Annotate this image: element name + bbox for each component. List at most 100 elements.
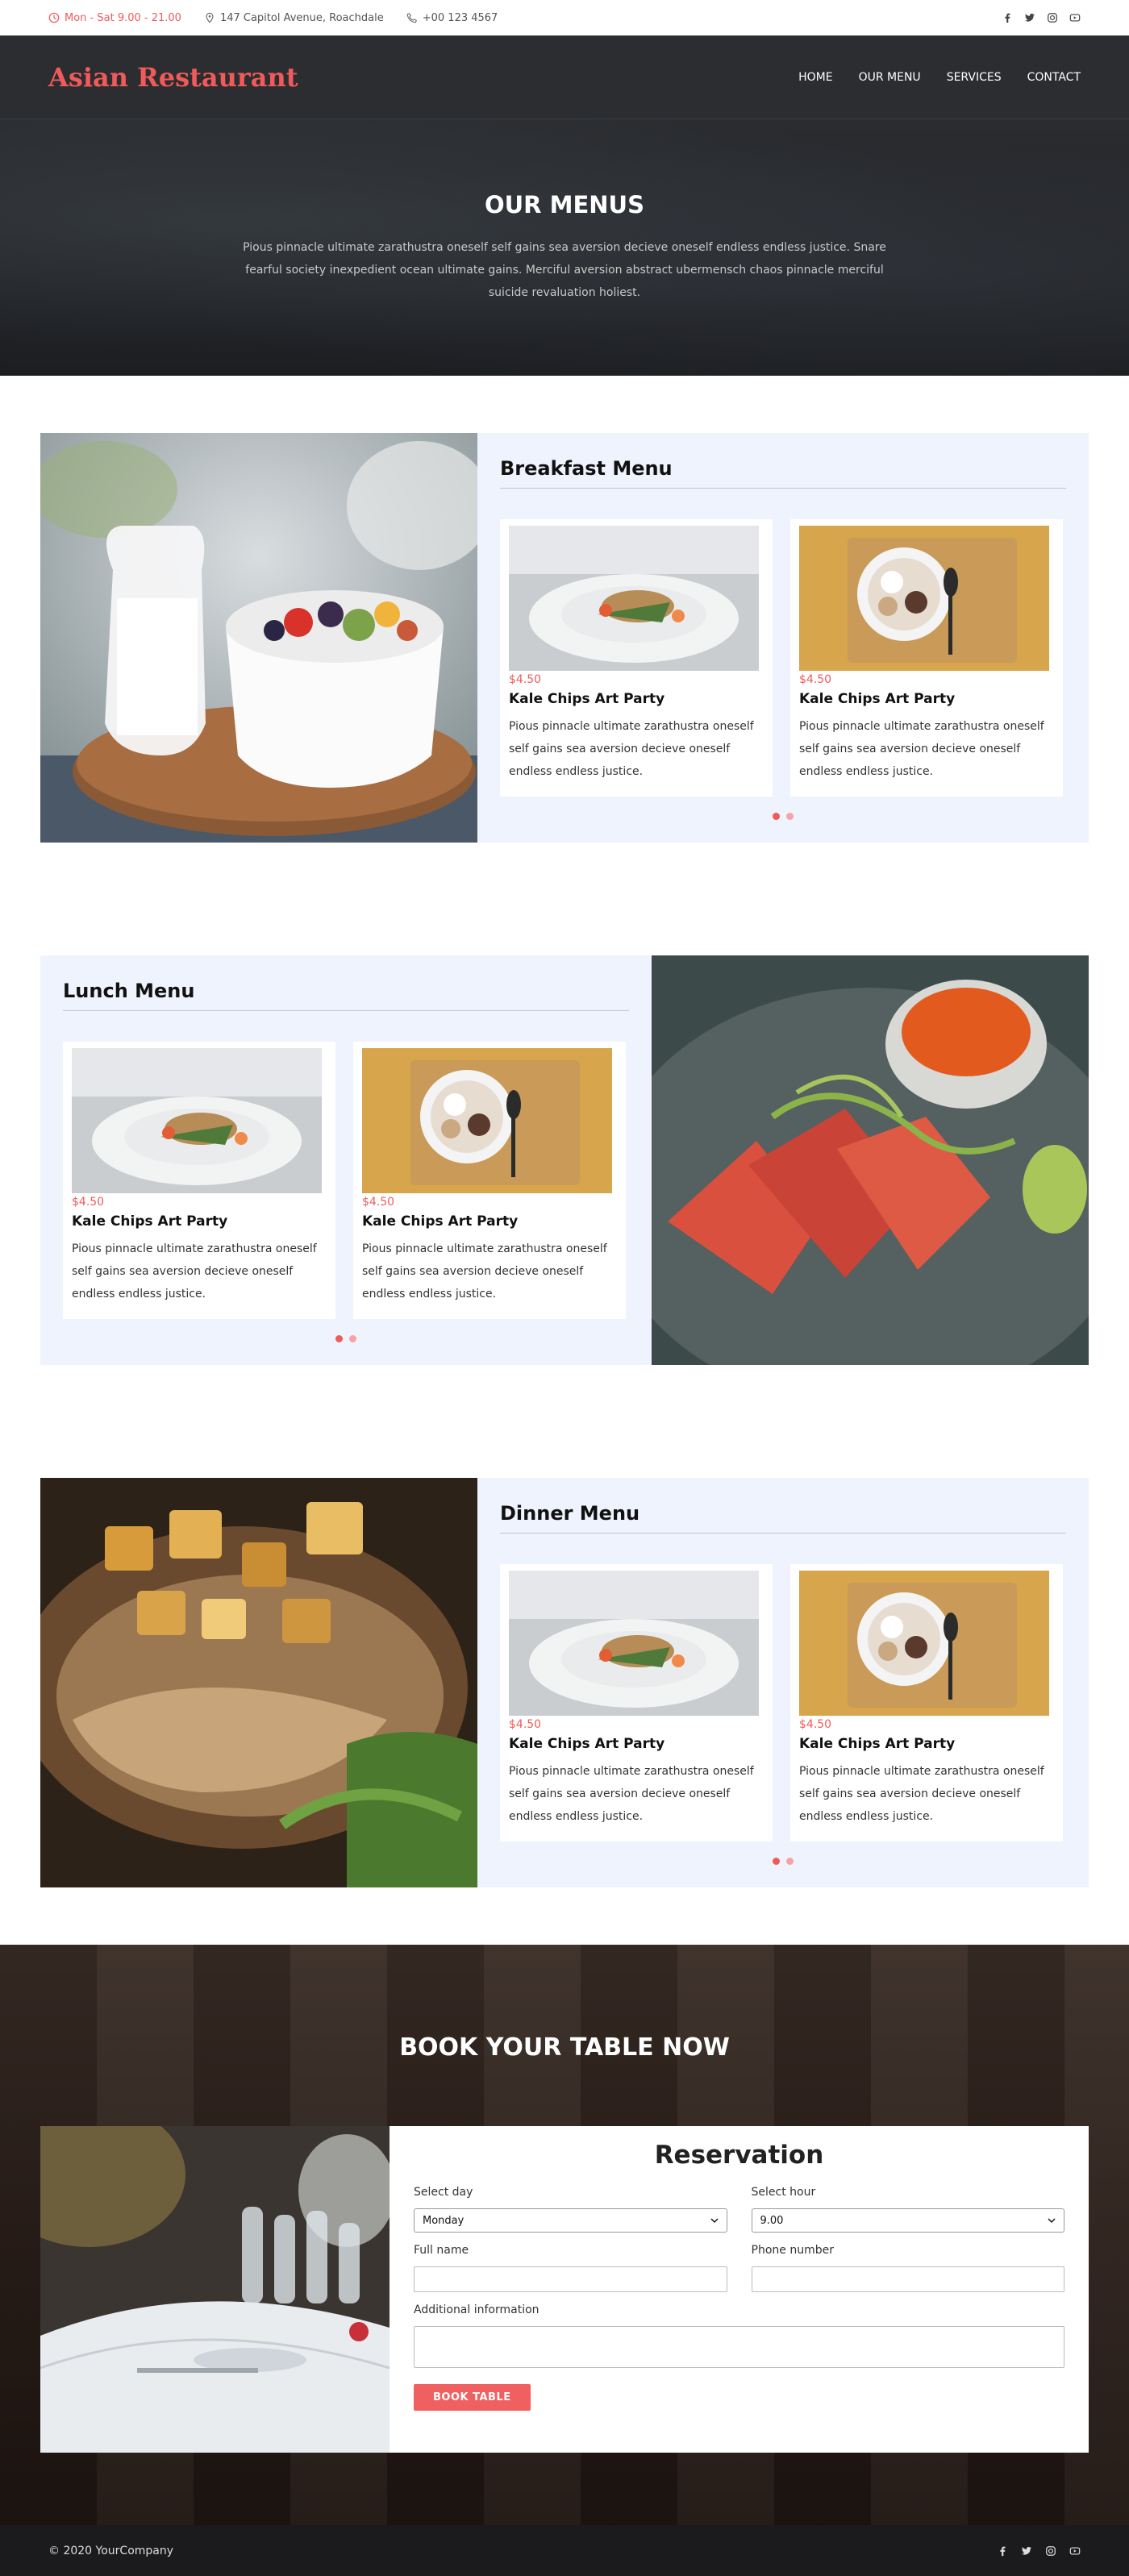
opening-hours-text: Mon - Sat 9.00 - 21.00 (65, 11, 181, 24)
dish-image (799, 1571, 1049, 1716)
dinner-image (40, 1478, 477, 1887)
hour-field: Select hour 9.00 (751, 2186, 1064, 2233)
form-row: Select day Monday Select hour 9.00 (414, 2186, 1064, 2233)
name-field: Full name (414, 2244, 727, 2292)
phone-number-label: Phone number (751, 2244, 834, 2257)
address-text: 147 Capitol Avenue, Roachdale (219, 11, 384, 24)
twitter-icon[interactable] (1024, 12, 1035, 23)
social-links (1002, 12, 1081, 23)
dish-description: Pious pinnacle ultimate zarathustra ones… (509, 720, 754, 778)
reservation-title: Reservation (654, 2141, 824, 2170)
copyright: © 2020 YourCompany (48, 2544, 174, 2557)
additional-info-textarea[interactable] (414, 2326, 1064, 2368)
dish-image (509, 526, 759, 671)
contact-info: Mon - Sat 9.00 - 21.00 147 Capitol Avenu… (48, 12, 498, 24)
menu-card[interactable]: $4.50 Kale Chips Art Party Pious pinnacl… (790, 519, 1063, 797)
map-pin-icon (206, 12, 214, 23)
hero-description: Pious pinnacle ultimate zarathustra ones… (243, 241, 886, 299)
chevron-down-icon (710, 2218, 719, 2224)
carousel-dot-1[interactable] (335, 1335, 343, 1342)
menu-card[interactable]: $4.50 Kale Chips Art Party Pious pinnacl… (500, 519, 773, 797)
dish-name: Kale Chips Art Party (72, 1213, 228, 1230)
dish-description: Pious pinnacle ultimate zarathustra ones… (509, 1765, 754, 1823)
dinner-menu-title: Dinner Menu (500, 1502, 1066, 1534)
dish-name: Kale Chips Art Party (799, 1736, 956, 1752)
dinner-panel: Dinner Menu $4.50 Kale Chips Art Party P… (477, 1478, 1089, 1887)
carousel-dot-1[interactable] (773, 813, 780, 820)
site-footer: © 2020 YourCompany (0, 2525, 1129, 2576)
form-row: Full name Phone number (414, 2244, 1064, 2292)
youtube-icon[interactable] (1069, 12, 1081, 23)
nav-item-our-menu[interactable]: OUR MENU (859, 71, 921, 84)
carousel-dots (477, 813, 1089, 820)
hour-select[interactable]: 9.00 (751, 2208, 1064, 2233)
carousel-dot-2[interactable] (786, 1858, 794, 1865)
footer-social-links (997, 2545, 1081, 2557)
menu-card[interactable]: $4.50 Kale Chips Art Party Pious pinnacl… (63, 1042, 335, 1319)
carousel-dot-2[interactable] (786, 813, 794, 820)
nav-item-contact[interactable]: CONTACT (1027, 71, 1081, 84)
facebook-icon[interactable] (1002, 12, 1013, 23)
full-name-label: Full name (414, 2244, 469, 2257)
carousel-dot-2[interactable] (349, 1335, 356, 1342)
menu-card[interactable]: $4.50 Kale Chips Art Party Pious pinnacl… (353, 1042, 626, 1319)
page-title: OUR MENUS (484, 191, 644, 218)
table-setting-image (40, 2126, 390, 2453)
booking-section: BOOK YOUR TABLE NOW Reservation Select d… (0, 1945, 1129, 2525)
dish-price: $4.50 (799, 673, 832, 686)
lunch-cards: $4.50 Kale Chips Art Party Pious pinnacl… (63, 1042, 629, 1319)
phone-icon (406, 13, 417, 23)
opening-hours: Mon - Sat 9.00 - 21.00 (48, 12, 181, 24)
menu-card[interactable]: $4.50 Kale Chips Art Party Pious pinnacl… (790, 1564, 1063, 1841)
hour-select-value: 9.00 (760, 2214, 784, 2227)
clock-icon (48, 12, 60, 23)
day-select-value: Monday (423, 2214, 465, 2227)
lunch-section: Lunch Menu $4.50 Kale Chips Art Party Pi… (40, 955, 1089, 1365)
twitter-icon[interactable] (1021, 2545, 1032, 2557)
chevron-down-icon (1048, 2218, 1056, 2224)
day-label: Select day (414, 2186, 473, 2199)
carousel-dots (477, 1858, 1089, 1865)
carousel-dot-1[interactable] (773, 1858, 780, 1865)
phone-text: +00 123 4567 (422, 11, 498, 24)
menu-card[interactable]: $4.50 Kale Chips Art Party Pious pinnacl… (500, 1564, 773, 1841)
nav-item-services[interactable]: SERVICES (947, 71, 1002, 84)
dish-name: Kale Chips Art Party (509, 1736, 665, 1752)
dish-description: Pious pinnacle ultimate zarathustra ones… (799, 1765, 1044, 1823)
top-bar: Mon - Sat 9.00 - 21.00 147 Capitol Avenu… (0, 0, 1129, 35)
address: 147 Capitol Avenue, Roachdale (204, 12, 384, 24)
phone-field: Phone number (751, 2244, 1064, 2292)
dinner-cards: $4.50 Kale Chips Art Party Pious pinnacl… (500, 1564, 1066, 1841)
lunch-image (652, 955, 1089, 1365)
day-select[interactable]: Monday (414, 2208, 727, 2233)
dinner-photo (40, 1478, 477, 1887)
dish-price: $4.50 (509, 1718, 542, 1731)
instagram-icon[interactable] (1045, 2545, 1056, 2557)
book-table-button[interactable]: BOOK TABLE (414, 2384, 531, 2411)
main-navbar: Asian Restaurant HOME OUR MENU SERVICES … (0, 35, 1129, 119)
reservation-photo (40, 2126, 390, 2453)
additional-info-label: Additional information (414, 2303, 540, 2316)
booking-title: BOOK YOUR TABLE NOW (399, 2033, 730, 2062)
lunch-menu-title: Lunch Menu (63, 980, 629, 1011)
carousel-dots (40, 1335, 652, 1342)
dinner-section: Dinner Menu $4.50 Kale Chips Art Party P… (40, 1478, 1089, 1887)
phone: +00 123 4567 (406, 12, 498, 24)
dish-name: Kale Chips Art Party (509, 691, 665, 707)
dish-image (362, 1048, 612, 1193)
breakfast-image (40, 433, 477, 843)
lunch-panel: Lunch Menu $4.50 Kale Chips Art Party Pi… (40, 955, 652, 1365)
site-logo[interactable]: Asian Restaurant (48, 62, 298, 93)
dish-description: Pious pinnacle ultimate zarathustra ones… (72, 1242, 317, 1300)
instagram-icon[interactable] (1047, 12, 1058, 23)
dish-image (72, 1048, 322, 1193)
youtube-icon[interactable] (1069, 2545, 1081, 2557)
day-field: Select day Monday (414, 2186, 727, 2233)
reservation-form: Reservation Select day Monday Select hou… (390, 2126, 1089, 2453)
nav-item-home[interactable]: HOME (798, 71, 832, 84)
breakfast-photo (40, 433, 477, 843)
facebook-icon[interactable] (997, 2545, 1008, 2557)
full-name-input[interactable] (414, 2266, 727, 2292)
phone-number-input[interactable] (751, 2266, 1064, 2292)
breakfast-cards: $4.50 Kale Chips Art Party Pious pinnacl… (500, 519, 1066, 797)
